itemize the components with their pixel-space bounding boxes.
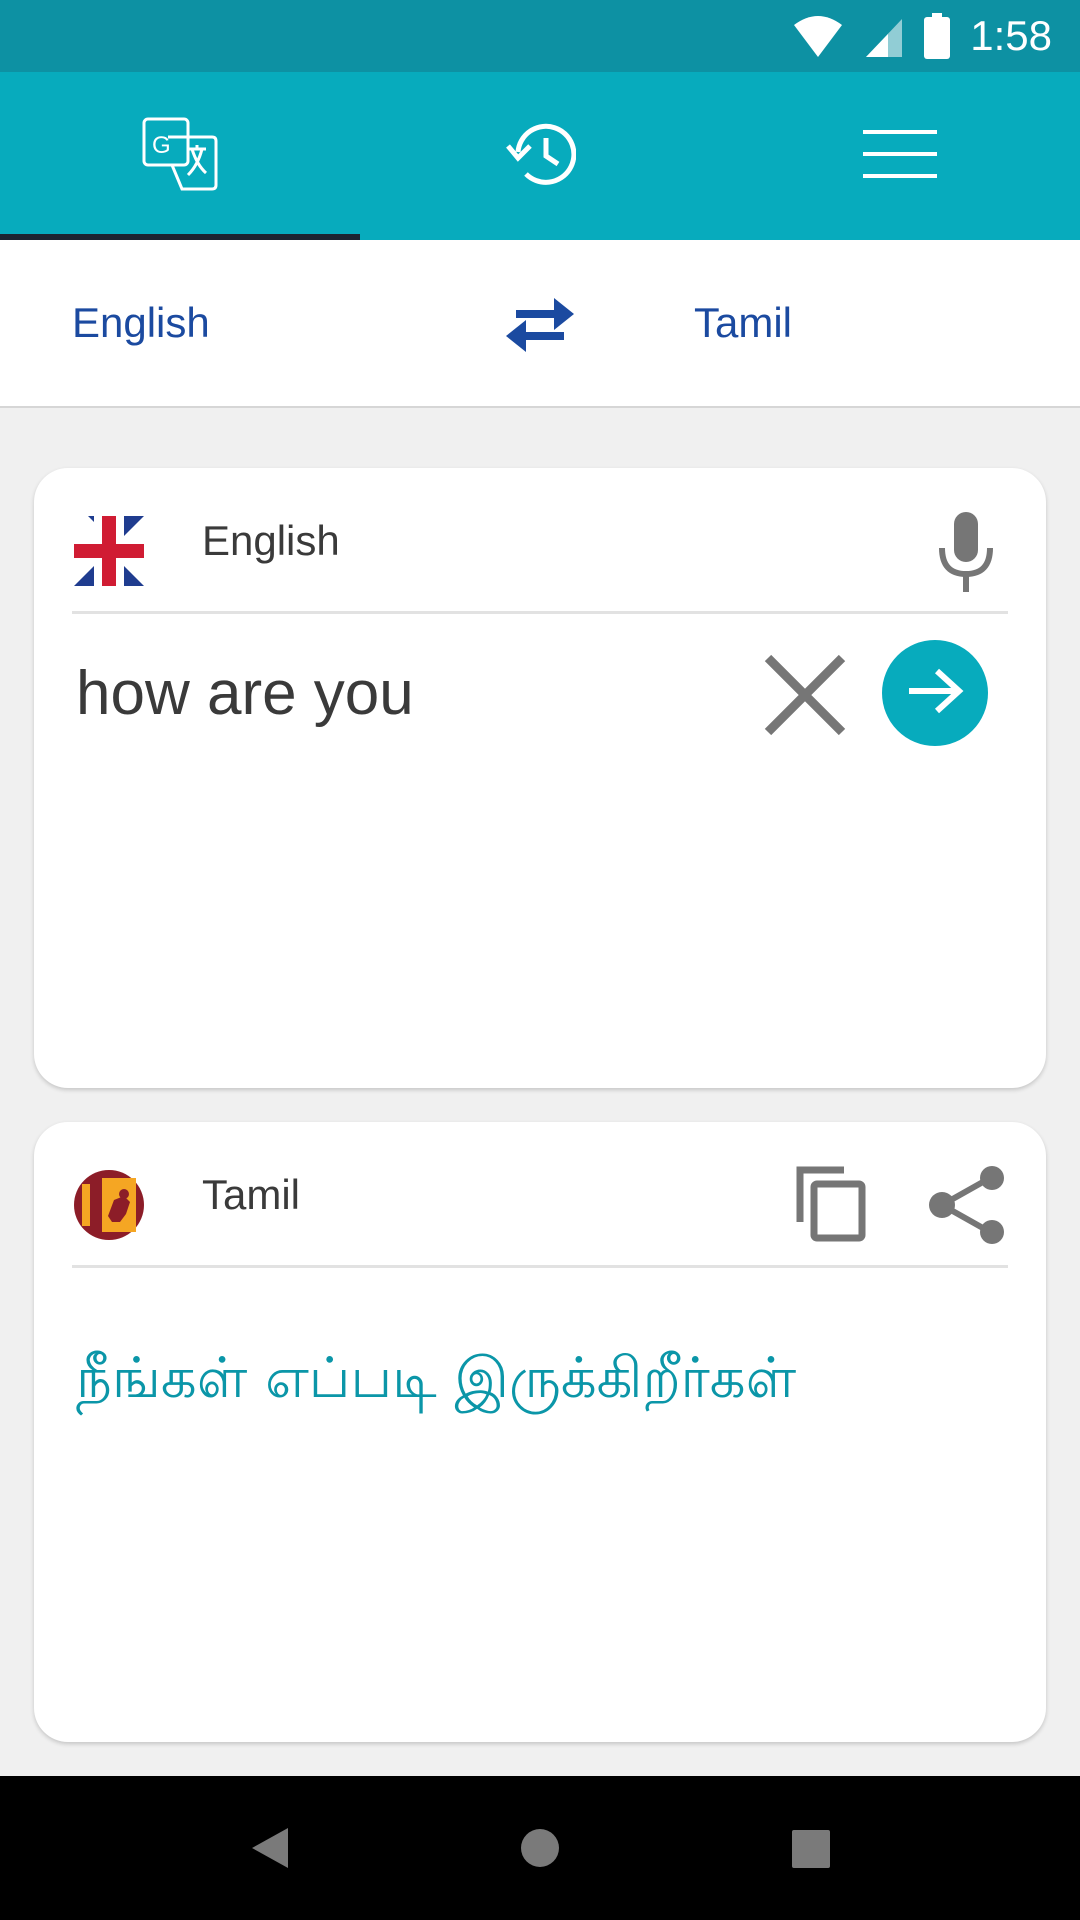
output-card: Tamil நீங்கள் எப்படி இருக்கிறீர்கள் — [34, 1122, 1046, 1742]
mic-icon[interactable] — [934, 510, 998, 594]
back-icon[interactable] — [250, 1826, 290, 1875]
uk-flag-icon — [74, 516, 144, 586]
translate-icon: G — [142, 117, 218, 196]
output-language-label: Tamil — [202, 1171, 301, 1218]
tab-translate[interactable]: G — [0, 72, 360, 240]
home-icon[interactable] — [520, 1828, 560, 1873]
tab-menu[interactable] — [720, 72, 1080, 240]
wifi-icon — [792, 15, 844, 57]
menu-icon — [863, 128, 937, 185]
output-card-header: Tamil — [72, 1122, 1008, 1268]
swap-arrows-icon — [500, 298, 580, 364]
language-selector-bar: English Tamil — [0, 240, 1080, 408]
input-card-header: English — [72, 468, 1008, 614]
history-icon — [504, 122, 577, 191]
copy-icon[interactable] — [796, 1166, 866, 1242]
input-language-label: English — [202, 517, 340, 564]
swap-languages-button[interactable] — [500, 290, 580, 360]
status-time: 1:58 — [970, 12, 1052, 59]
top-toolbar: G — [0, 72, 1080, 240]
status-bar: 1:58 — [0, 0, 1080, 72]
share-icon[interactable] — [928, 1166, 1006, 1244]
tab-history[interactable] — [360, 72, 720, 240]
recents-icon[interactable] — [792, 1830, 830, 1873]
translated-text[interactable]: நீங்கள் எப்படி இருக்கிறீர்கள் — [76, 1346, 796, 1418]
clear-icon[interactable] — [762, 652, 848, 738]
svg-text:G: G — [152, 132, 171, 159]
cell-signal-icon — [864, 15, 904, 57]
source-language-selector[interactable]: English — [72, 240, 210, 406]
sri-lanka-flag-icon — [74, 1170, 144, 1240]
target-language-selector[interactable]: Tamil — [694, 240, 792, 406]
input-card: English how are you — [34, 468, 1046, 1088]
arrow-right-icon — [905, 666, 965, 721]
battery-icon — [924, 13, 951, 59]
input-text[interactable]: how are you — [76, 658, 414, 729]
translate-button[interactable] — [882, 640, 988, 746]
system-nav-bar — [0, 1776, 1080, 1920]
